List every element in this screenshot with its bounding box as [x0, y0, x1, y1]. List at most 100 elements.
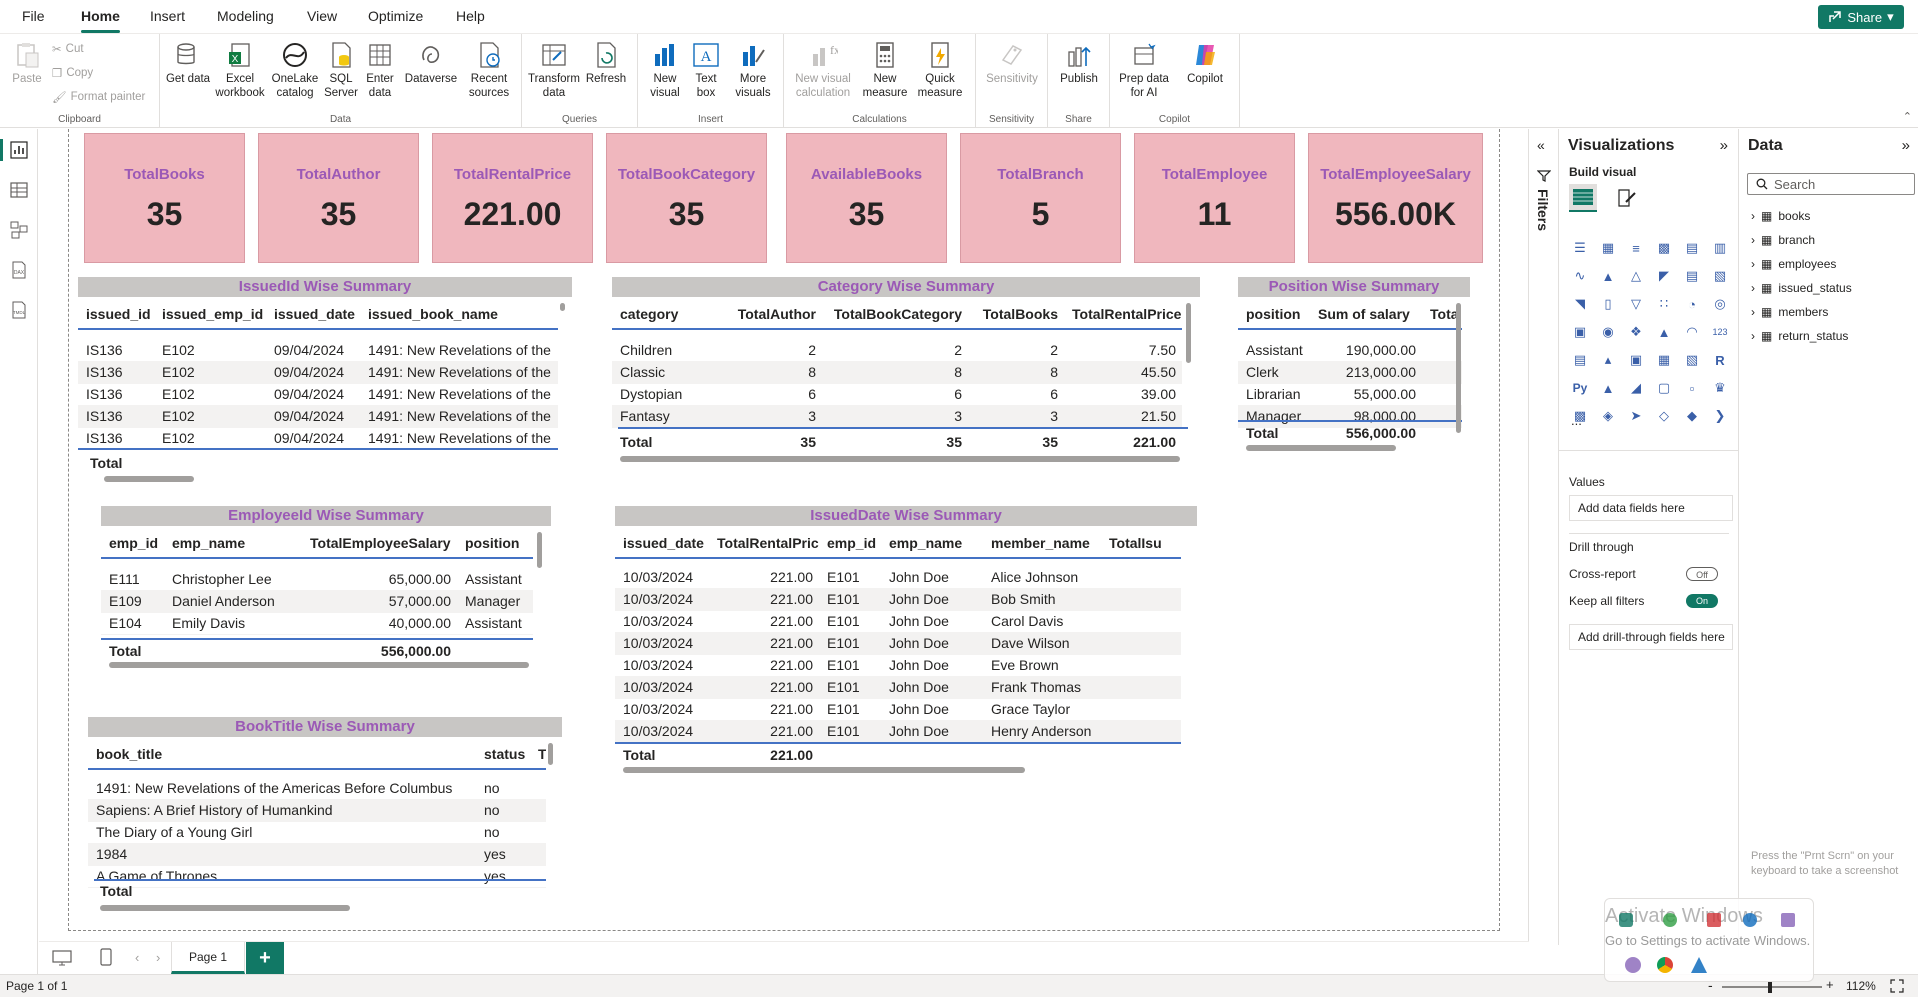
- column-header[interactable]: Sum of salary: [1310, 299, 1422, 330]
- prep-data-for-ai-button[interactable]: Prep data for AI: [1112, 40, 1176, 100]
- build-visual-tab[interactable]: [1569, 184, 1597, 212]
- column-header[interactable]: issued_date: [615, 528, 709, 559]
- clustered-bar-chart-icon[interactable]: ≡: [1625, 237, 1647, 259]
- table-row[interactable]: 10/03/2024 221.00 E101 John Doe Dave Wilson: [615, 632, 1181, 655]
- get-data-button[interactable]: Get data: [164, 40, 212, 86]
- publish-button[interactable]: Publish: [1051, 40, 1107, 86]
- 100-column-chart-icon[interactable]: ▥: [1709, 237, 1731, 259]
- menu-insert[interactable]: Insert: [150, 8, 185, 24]
- data-search-box[interactable]: Search: [1747, 173, 1915, 195]
- column-header[interactable]: TotalIsu: [1101, 528, 1181, 559]
- table-row[interactable]: A Game of Thrones yes: [88, 865, 546, 888]
- goals-icon[interactable]: ♛: [1709, 377, 1731, 399]
- next-page-icon[interactable]: ›: [156, 950, 160, 965]
- funnel-chart-icon[interactable]: ▽: [1625, 293, 1647, 315]
- category-summary-table[interactable]: Category Wise Summary category TotalAuth…: [612, 277, 1200, 462]
- model-view-icon[interactable]: [10, 221, 28, 239]
- qa-icon[interactable]: ▢: [1653, 377, 1675, 399]
- table-row[interactable]: 1984 yes: [88, 843, 546, 866]
- column-header[interactable]: issued_emp_id: [154, 299, 266, 330]
- table-row[interactable]: IS136 E102 09/04/2024 1491: New Revelations…: [78, 383, 558, 406]
- table-row[interactable]: Dystopian 6 6 6 39.00: [612, 383, 1182, 406]
- vertical-scrollbar[interactable]: [560, 303, 565, 311]
- booktitle-summary-table[interactable]: BookTitle Wise Summary book_title status…: [88, 717, 562, 914]
- menu-file[interactable]: File: [22, 8, 45, 24]
- table-row[interactable]: E109 Daniel Anderson 57,000.00 Manager: [101, 590, 533, 613]
- horizontal-scrollbar[interactable]: [109, 662, 529, 668]
- vertical-scrollbar[interactable]: [548, 743, 553, 765]
- area-chart-icon[interactable]: ▲: [1597, 265, 1619, 287]
- kpi-card[interactable]: TotalEmployee 11: [1134, 133, 1295, 263]
- excel-workbook-button[interactable]: X Excel workbook: [212, 40, 268, 100]
- kpi-card[interactable]: TotalBranch 5: [960, 133, 1121, 263]
- table-row[interactable]: IS136 E102 09/04/2024 1491: New Revelations…: [78, 405, 558, 428]
- desktop-layout-icon[interactable]: [52, 950, 72, 966]
- map-icon[interactable]: ◉: [1597, 321, 1619, 343]
- more-visuals-ellipsis[interactable]: ...: [1571, 413, 1582, 428]
- kpi-card[interactable]: TotalAuthor 35: [258, 133, 419, 263]
- collapse-ribbon-icon[interactable]: ⌃: [1903, 110, 1912, 123]
- table-row[interactable]: 10/03/2024 221.00 E101 John Doe Bob Smith: [615, 588, 1181, 611]
- dax-query-view-icon[interactable]: DAX: [10, 261, 28, 279]
- table-view-icon[interactable]: [10, 181, 28, 199]
- table-row[interactable]: IS136 E102 09/04/2024 1491: New Revelations…: [78, 339, 558, 362]
- table-row[interactable]: 10/03/2024 221.00 E101 John Doe Eve Brown: [615, 654, 1181, 677]
- tmdl-view-icon[interactable]: TMDL: [10, 301, 28, 319]
- chrome-icon[interactable]: [1657, 957, 1673, 973]
- horizontal-scrollbar[interactable]: [100, 905, 350, 911]
- table-row[interactable]: The Diary of a Young Girl no: [88, 821, 546, 844]
- table-node-employees[interactable]: › ▦ employees: [1751, 257, 1836, 271]
- menu-modeling[interactable]: Modeling: [217, 8, 274, 24]
- copilot-button[interactable]: Copilot: [1176, 40, 1234, 86]
- line-chart-icon[interactable]: ∿: [1569, 265, 1591, 287]
- horizontal-scrollbar[interactable]: [620, 456, 1180, 462]
- horizontal-scrollbar[interactable]: [623, 767, 1025, 773]
- drill-through-field-well[interactable]: Add drill-through fields here: [1569, 624, 1733, 650]
- table-row[interactable]: Children 2 2 2 7.50: [612, 339, 1182, 362]
- sensitivity-button[interactable]: Sensitivity: [982, 40, 1042, 86]
- previous-page-icon[interactable]: ‹: [135, 950, 139, 965]
- line-stacked-column-icon[interactable]: ▧: [1709, 265, 1731, 287]
- waterfall-chart-icon[interactable]: ▯: [1597, 293, 1619, 315]
- recent-sources-button[interactable]: Recent sources: [460, 40, 518, 100]
- pie-chart-icon[interactable]: ◔: [1681, 293, 1703, 315]
- table-row[interactable]: 10/03/2024 221.00 E101 John Doe Alice Johnso…: [615, 566, 1181, 589]
- table-icon[interactable]: ▦: [1653, 349, 1675, 371]
- card-icon[interactable]: 123: [1709, 321, 1731, 343]
- vertical-scrollbar[interactable]: [537, 532, 542, 568]
- onelake-catalog-button[interactable]: OneLake catalog: [266, 40, 324, 100]
- app-icon[interactable]: [1691, 957, 1707, 973]
- issued-summary-table[interactable]: IssuedId Wise Summary issued_id issued_e…: [78, 277, 572, 487]
- column-header[interactable]: position: [457, 528, 533, 559]
- table-row[interactable]: Sapiens: A Brief History of Humankind no: [88, 799, 546, 822]
- new-visual-button[interactable]: New visual: [640, 40, 690, 100]
- column-header[interactable]: TotalBookCategory: [822, 299, 968, 330]
- cut-button[interactable]: ✂ Cut: [52, 42, 84, 56]
- treemap-icon[interactable]: ▣: [1569, 321, 1591, 343]
- filled-map-icon[interactable]: ❖: [1625, 321, 1647, 343]
- copy-button[interactable]: ❐ Copy: [52, 66, 93, 80]
- zoom-slider[interactable]: [1722, 981, 1822, 993]
- column-header[interactable]: book_title: [88, 739, 476, 770]
- page-tab-page-1[interactable]: Page 1: [171, 942, 245, 974]
- app-icon[interactable]: [1619, 913, 1633, 927]
- table-row[interactable]: Classic 8 8 8 45.50: [612, 361, 1182, 384]
- table-row[interactable]: Fantasy 3 3 3 21.50: [612, 405, 1182, 428]
- table-row[interactable]: E111 Christopher Lee 65,000.00 Assistant: [101, 568, 533, 591]
- report-view-icon[interactable]: [10, 141, 28, 159]
- 100-bar-chart-icon[interactable]: ▤: [1681, 237, 1703, 259]
- paste-button[interactable]: Paste: [2, 40, 52, 86]
- table-row[interactable]: 10/03/2024 221.00 E101 John Doe Carol Davis: [615, 610, 1181, 633]
- text-box-button[interactable]: A Text box: [686, 40, 726, 100]
- format-visual-tab[interactable]: [1613, 184, 1641, 212]
- kpi-card[interactable]: TotalRentalPrice 221.00: [432, 133, 593, 263]
- zoom-slider-thumb[interactable]: [1768, 981, 1772, 993]
- collapse-chevron-icon[interactable]: «: [1537, 137, 1545, 153]
- mobile-layout-icon[interactable]: [100, 948, 112, 966]
- clustered-column-chart-icon[interactable]: ▩: [1653, 237, 1675, 259]
- multi-row-card-icon[interactable]: ▤: [1569, 349, 1591, 371]
- slicer-icon[interactable]: ▣: [1625, 349, 1647, 371]
- narrative-icon[interactable]: ▫: [1681, 377, 1703, 399]
- refresh-button[interactable]: Refresh: [580, 40, 632, 86]
- chevron-visual-icon[interactable]: ❯: [1709, 405, 1731, 427]
